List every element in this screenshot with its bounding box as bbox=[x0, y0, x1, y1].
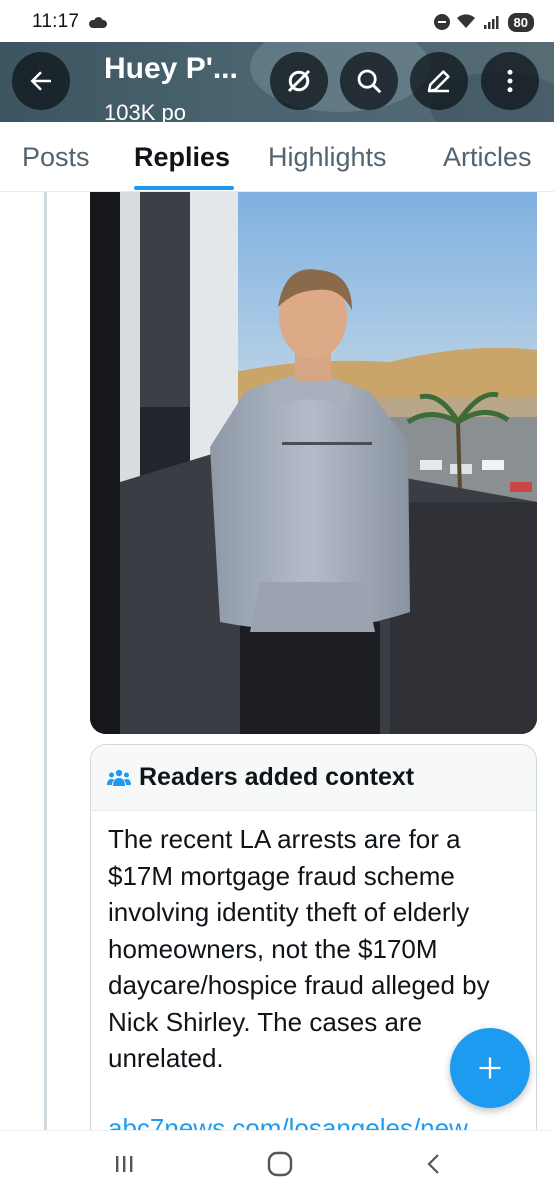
compose-button[interactable] bbox=[410, 52, 468, 110]
post-count: 103K po bbox=[104, 100, 186, 122]
home-icon bbox=[267, 1151, 293, 1177]
status-bar: 11:17 80 bbox=[0, 0, 554, 44]
community-note-title: Readers added context bbox=[139, 763, 415, 791]
plus-icon bbox=[479, 1057, 501, 1079]
back-button[interactable] bbox=[12, 52, 70, 110]
more-vertical-icon bbox=[507, 69, 513, 93]
new-post-button[interactable] bbox=[450, 1028, 530, 1108]
community-note-header: Readers added context bbox=[91, 745, 536, 811]
dnd-icon bbox=[433, 14, 450, 30]
tab-replies[interactable]: Replies bbox=[134, 142, 230, 173]
tab-posts[interactable]: Posts bbox=[22, 142, 90, 173]
more-button[interactable] bbox=[481, 52, 539, 110]
compose-icon bbox=[427, 70, 450, 93]
status-icons: 80 bbox=[433, 12, 534, 32]
back-icon bbox=[427, 1154, 439, 1174]
profile-header: Huey P'... 103K po bbox=[0, 42, 554, 122]
search-icon bbox=[357, 69, 382, 94]
active-tab-indicator bbox=[134, 186, 234, 190]
grok-icon bbox=[287, 69, 311, 93]
profile-tabs: Posts Replies Highlights Articles bbox=[0, 122, 554, 192]
status-time: 11:17 bbox=[32, 11, 80, 32]
signal-icon bbox=[483, 16, 499, 29]
photo-icon bbox=[90, 192, 537, 734]
recents-icon bbox=[116, 1156, 133, 1172]
cloud-icon bbox=[89, 16, 108, 28]
thread-line bbox=[44, 192, 47, 1130]
post-image[interactable] bbox=[90, 192, 537, 734]
grok-button[interactable] bbox=[270, 52, 328, 110]
battery-icon: 80 bbox=[507, 12, 534, 32]
tab-highlights[interactable]: Highlights bbox=[268, 142, 387, 173]
system-nav-bar bbox=[0, 1130, 554, 1200]
tab-articles[interactable]: Articles bbox=[443, 142, 532, 173]
recents-button[interactable] bbox=[104, 1147, 144, 1181]
system-back-button[interactable] bbox=[414, 1147, 454, 1181]
search-button[interactable] bbox=[340, 52, 398, 110]
home-button[interactable] bbox=[260, 1147, 300, 1181]
profile-name: Huey P'... bbox=[104, 52, 238, 85]
people-icon bbox=[107, 769, 131, 786]
back-arrow-icon bbox=[30, 71, 51, 91]
wifi-icon bbox=[456, 14, 475, 28]
